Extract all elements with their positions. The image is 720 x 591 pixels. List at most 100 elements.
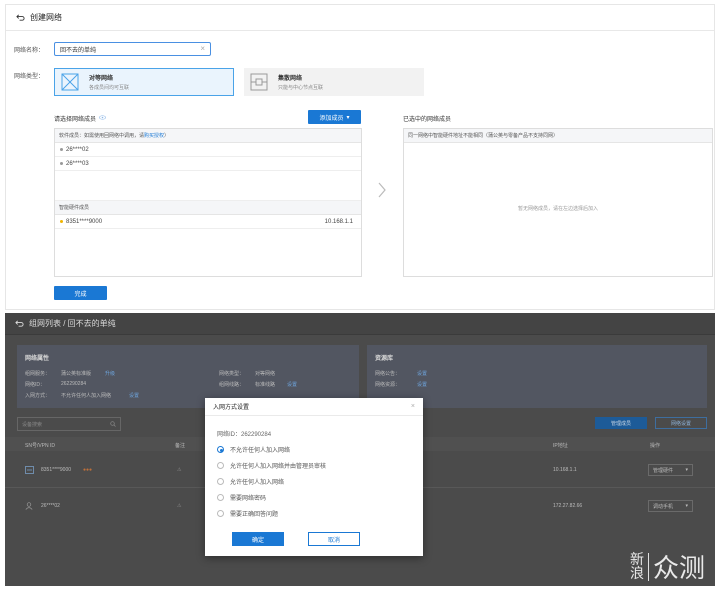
hardware-header-text: 智能硬件成员 xyxy=(59,205,90,211)
network-name-input[interactable]: 回不去的单纯 × xyxy=(54,42,211,56)
type-option-hub[interactable]: 集散网络 只能与中心节点互联 xyxy=(244,68,424,96)
manage-members-button[interactable]: 管理成员 xyxy=(595,417,647,429)
network-settings-button[interactable]: 网络设置 xyxy=(655,417,707,429)
option-label: 允许任何人加入网络 xyxy=(230,480,285,486)
back-arrow-icon[interactable] xyxy=(15,319,24,328)
edit-note-icon[interactable]: ⚠ xyxy=(177,503,181,509)
status-dot-icon xyxy=(60,148,63,151)
peer-network-icon xyxy=(61,73,79,91)
device-ip: 10.168.1.1 xyxy=(553,467,577,473)
attr-label: 网络ID： xyxy=(25,382,46,388)
resource-title: 资源库 xyxy=(375,356,394,362)
join-option-3[interactable]: 需要网络密码 xyxy=(217,493,266,502)
select-members-title: 请选择网络成员 xyxy=(54,117,97,123)
add-member-label: 添加成员 xyxy=(319,115,344,122)
selected-members-title: 已选中的网络成员 xyxy=(403,117,452,123)
add-member-button[interactable]: 添加成员 ▾ xyxy=(308,110,361,124)
caret-down-icon: ▾ xyxy=(685,467,688,473)
device-id: 26****02 xyxy=(41,503,60,509)
empty-space xyxy=(55,171,361,201)
join-option-0[interactable]: 不允许任何人加入网络 xyxy=(217,445,290,454)
status-dot-icon xyxy=(60,162,63,165)
type-name: 集散网络 xyxy=(278,76,303,82)
empty-state-text: 暂无网络成员，请在左边选择后加入 xyxy=(517,206,598,212)
watermark-text: 众测 xyxy=(653,554,706,584)
type-name: 对等网络 xyxy=(89,76,114,82)
attr-label: 网络类型： xyxy=(219,371,245,377)
col-ip: IP地址 xyxy=(553,443,568,449)
watermark-divider xyxy=(648,552,649,581)
buy-license-link[interactable]: 购买授权 xyxy=(144,132,164,139)
dialog-header: 入网方式设置 × xyxy=(205,398,423,416)
attr-value: 不允许任何人加入网络 xyxy=(61,393,112,399)
network-id-line: 网络ID：262290284 xyxy=(217,432,272,438)
option-label: 允许任何人加入网络并由管理员审核 xyxy=(230,464,327,470)
attr-label: 入网方式： xyxy=(25,393,51,399)
row-action-select[interactable]: 管理硬件 ▾ xyxy=(648,464,693,476)
join-settings-link[interactable]: 设置 xyxy=(129,392,139,399)
option-label: 需要网络密码 xyxy=(230,496,267,502)
create-network-screen: 创建网络 网络名称： 回不去的单纯 × 网络类型： 对等网络 各成员间均可互联 … xyxy=(5,4,715,310)
row-action-label: 调动手机 xyxy=(653,503,674,510)
detail-header: 组网列表 / 回不去的单纯 xyxy=(5,313,715,335)
confirm-button[interactable]: 确定 xyxy=(232,532,284,546)
resource-label: 网络资源： xyxy=(375,382,401,388)
status-badge: ●●● xyxy=(83,467,93,473)
chevron-right-icon[interactable] xyxy=(377,181,387,199)
attr-value: 对等网络 xyxy=(255,371,276,377)
col-id: SN号/VPN ID xyxy=(25,443,56,449)
network-type-label: 网络类型： xyxy=(14,74,45,80)
status-dot-icon xyxy=(60,220,63,223)
radio-checked-icon[interactable] xyxy=(217,446,224,453)
software-header-end: ） xyxy=(164,133,170,139)
join-option-2[interactable]: 允许任何人加入网络 xyxy=(217,477,284,486)
list-item[interactable]: 26****02 xyxy=(55,143,361,157)
create-header: 创建网络 xyxy=(6,5,714,31)
network-name-value: 回不去的单纯 xyxy=(60,47,97,54)
member-id: 26****02 xyxy=(66,146,89,153)
selected-members-panel: 同一网络中智能硬件地址不能相同（蒲公英与零备产品不支持同网） 暂无网络成员，请在… xyxy=(403,128,713,277)
member-id: 8351****9000 xyxy=(66,218,103,225)
radio-icon[interactable] xyxy=(217,510,224,517)
software-members-header: 软件成员：如需使用回网络中调用，请 购买授权 ） xyxy=(55,129,361,143)
line-settings-link[interactable]: 设置 xyxy=(287,381,297,388)
sina-zhongce-watermark: 新 浪 众测 xyxy=(630,548,705,585)
list-item[interactable]: 8351****9000 10.168.1.1 xyxy=(55,215,361,229)
back-arrow-icon[interactable] xyxy=(16,13,25,22)
breadcrumb: 组网列表 / 回不去的单纯 xyxy=(29,319,116,328)
resources-settings-link[interactable]: 设置 xyxy=(417,381,427,388)
attr-label: 组网线路： xyxy=(219,382,245,388)
radio-icon[interactable] xyxy=(217,494,224,501)
search-icon xyxy=(110,421,116,427)
software-header-text: 软件成员：如需使用回网络中调用，请 xyxy=(59,133,145,139)
radio-icon[interactable] xyxy=(217,478,224,485)
member-ip: 10.168.1.1 xyxy=(324,218,353,225)
list-item[interactable]: 26****03 xyxy=(55,157,361,171)
selected-members-header: 同一网络中智能硬件地址不能相同（蒲公英与零备产品不支持同网） xyxy=(404,129,712,143)
edit-note-icon[interactable]: ⚠ xyxy=(177,467,181,473)
option-label: 需要正确回答问题 xyxy=(230,512,279,518)
watermark-char: 浪 xyxy=(630,565,644,582)
device-search-input[interactable]: 设备搜索 xyxy=(17,417,121,431)
done-button[interactable]: 完成 xyxy=(54,286,107,300)
announcement-settings-link[interactable]: 设置 xyxy=(417,370,427,377)
eye-icon xyxy=(99,115,106,120)
radio-icon[interactable] xyxy=(217,462,224,469)
close-icon[interactable]: × xyxy=(411,403,415,410)
search-placeholder: 设备搜索 xyxy=(22,421,43,428)
dialog-title: 入网方式设置 xyxy=(213,405,250,411)
row-action-select[interactable]: 调动手机 ▾ xyxy=(648,500,693,512)
cancel-button[interactable]: 取消 xyxy=(308,532,360,546)
network-name-label: 网络名称： xyxy=(14,48,45,54)
member-id: 26****03 xyxy=(66,160,89,167)
type-option-peer[interactable]: 对等网络 各成员间均可互联 xyxy=(54,68,234,96)
upgrade-link[interactable]: 升级 xyxy=(105,370,115,377)
hardware-members-header: 智能硬件成员 xyxy=(55,201,361,215)
chevron-down-icon: ▾ xyxy=(346,114,350,121)
join-option-1[interactable]: 允许任何人加入网络并由管理员审核 xyxy=(217,461,326,470)
clear-icon[interactable]: × xyxy=(200,45,205,53)
join-option-4[interactable]: 需要正确回答问题 xyxy=(217,509,278,518)
join-method-dialog: 入网方式设置 × 网络ID：262290284 不允许任何人加入网络 允许任何人… xyxy=(205,398,423,556)
type-desc: 各成员间均可互联 xyxy=(89,85,130,91)
col-op: 操作 xyxy=(650,443,661,449)
